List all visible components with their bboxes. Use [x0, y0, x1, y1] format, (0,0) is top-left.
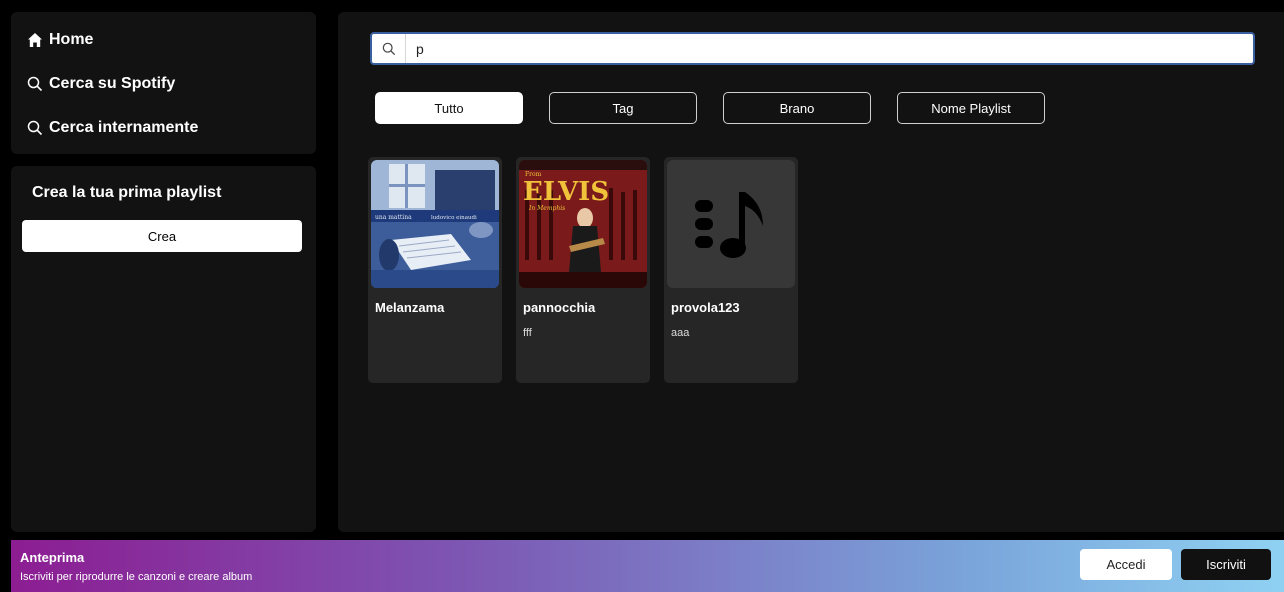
app: Home Cerca su Spotify Cerca internamente… — [0, 0, 1284, 592]
cover-text-2: ludovico einaudi — [431, 215, 477, 221]
playlist-card[interactable]: From ELVIS In Memphis pannocchia fff — [516, 157, 650, 383]
playlist-card[interactable]: provola123 aaa — [664, 157, 798, 383]
banner-title: Anteprima — [20, 549, 85, 565]
preview-banner: Anteprima Iscriviti per riprodurre le ca… — [11, 540, 1284, 592]
playlist-title: pannocchia — [523, 300, 596, 315]
filter-tag[interactable]: Tag — [549, 92, 697, 124]
search-icon — [372, 34, 406, 63]
nav-home[interactable]: Home — [27, 18, 300, 62]
cover-text-2: ELVIS — [523, 177, 609, 207]
filter-playlist-name[interactable]: Nome Playlist — [897, 92, 1045, 124]
library-title: Crea la tua prima playlist — [32, 184, 222, 201]
album-art-elvis: From ELVIS In Memphis — [519, 160, 647, 288]
cover-text-3: In Memphis — [528, 205, 565, 212]
create-playlist-button[interactable]: Crea — [22, 220, 302, 252]
nav-search-internal[interactable]: Cerca internamente — [27, 106, 300, 150]
signup-button[interactable]: Iscriviti — [1181, 549, 1271, 580]
search-input[interactable] — [406, 34, 1253, 63]
banner-text: Anteprima Iscriviti per riprodurre le ca… — [20, 550, 252, 583]
cover-placeholder — [667, 160, 795, 288]
cover-text-1: una mattina — [375, 214, 412, 221]
filter-all[interactable]: Tutto — [375, 92, 523, 124]
filter-bar: Tutto Tag Brano Nome Playlist — [375, 92, 1045, 124]
music-note-icon — [695, 192, 763, 258]
playlist-title: Melanzama — [375, 300, 445, 315]
search-bar — [370, 32, 1255, 65]
playlist-subtitle: aaa — [671, 327, 690, 339]
search-icon — [27, 76, 43, 92]
nav-search-spotify-label: Cerca su Spotify — [49, 75, 176, 92]
filter-track[interactable]: Brano — [723, 92, 871, 124]
nav-home-label: Home — [49, 31, 94, 48]
playlist-card[interactable]: una mattina ludovico einaudi Melanzama — [368, 157, 502, 383]
banner-subtitle: Iscriviti per riprodurre le canzoni e cr… — [20, 570, 253, 583]
library-panel: Crea la tua prima playlist Crea — [11, 166, 316, 532]
sidebar-nav: Home Cerca su Spotify Cerca internamente — [11, 12, 316, 154]
search-icon — [27, 120, 43, 136]
login-button[interactable]: Accedi — [1080, 549, 1172, 580]
nav-search-internal-label: Cerca internamente — [49, 119, 199, 136]
main-content: Tutto Tag Brano Nome Playlist una — [338, 12, 1284, 532]
playlist-title: provola123 — [671, 300, 740, 315]
home-icon — [28, 33, 42, 47]
album-art-blue: una mattina ludovico einaudi — [371, 160, 499, 288]
nav-search-spotify[interactable]: Cerca su Spotify — [27, 62, 300, 106]
playlist-subtitle: fff — [523, 327, 532, 339]
playlist-grid: una mattina ludovico einaudi Melanzama F… — [368, 157, 798, 383]
